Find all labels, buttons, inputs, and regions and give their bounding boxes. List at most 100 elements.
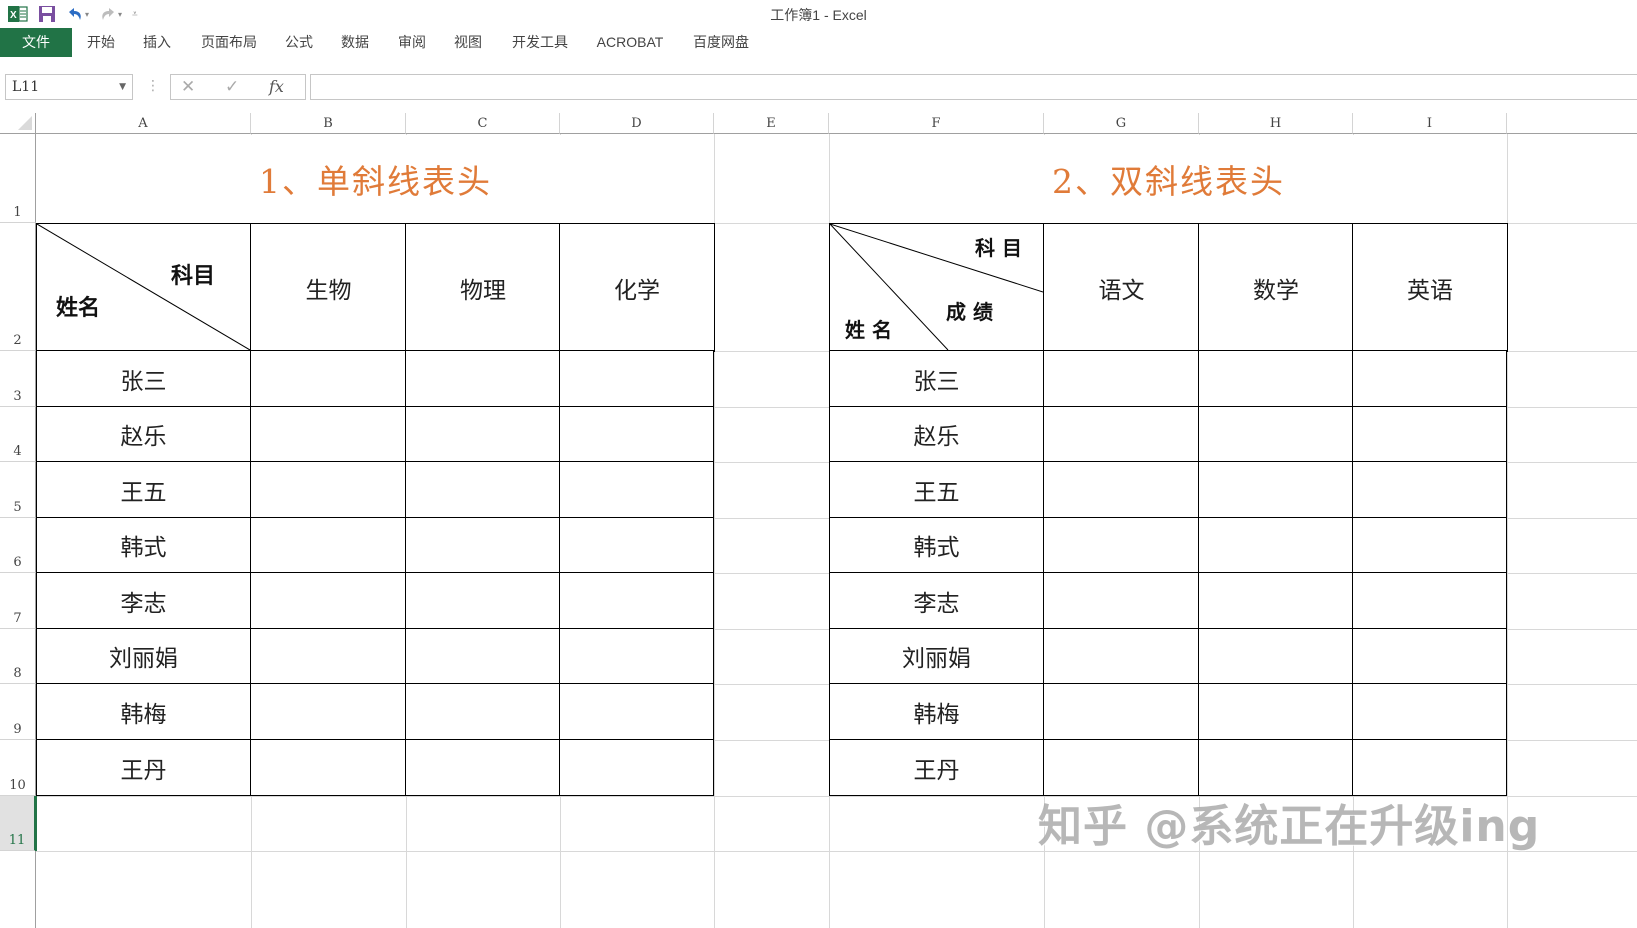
table1-score-cell[interactable] — [405, 350, 560, 407]
table1-subject-header[interactable]: 物理 — [405, 223, 561, 352]
table2-score-cell[interactable] — [1352, 572, 1507, 629]
row-header-9[interactable]: 9 — [0, 684, 36, 740]
column-header-j[interactable] — [1507, 113, 1637, 134]
row-header-6[interactable]: 6 — [0, 518, 36, 573]
table1-score-cell[interactable] — [405, 683, 560, 740]
column-header-a[interactable]: A — [36, 113, 251, 134]
table2-subject-header[interactable]: 语文 — [1043, 223, 1200, 352]
column-header-d[interactable]: D — [560, 113, 714, 134]
row-header-8[interactable]: 8 — [0, 629, 36, 684]
table1-subject-header[interactable]: 化学 — [559, 223, 715, 352]
table2-subject-header[interactable]: 英语 — [1352, 223, 1508, 352]
table1-title[interactable]: 1、单斜线表头 — [37, 135, 714, 223]
table1-name-cell[interactable]: 李志 — [36, 572, 251, 629]
table2-score-cell[interactable] — [1352, 461, 1507, 518]
table1-score-cell[interactable] — [559, 461, 714, 518]
table1-score-cell[interactable] — [250, 683, 406, 740]
table1-score-cell[interactable] — [559, 350, 714, 407]
table1-score-cell[interactable] — [559, 572, 714, 629]
table1-score-cell[interactable] — [559, 628, 714, 684]
select-all-button[interactable] — [0, 113, 36, 134]
table1-name-cell[interactable]: 刘丽娟 — [36, 628, 251, 684]
row-header-3[interactable]: 3 — [0, 351, 36, 407]
column-header-c[interactable]: C — [406, 113, 560, 134]
table1-score-cell[interactable] — [405, 628, 560, 684]
table2-name-cell[interactable]: 王丹 — [829, 739, 1044, 796]
table2-score-cell[interactable] — [1352, 739, 1507, 796]
table2-score-cell[interactable] — [1198, 517, 1353, 573]
tab-acrobat[interactable]: ACROBAT — [588, 28, 672, 57]
tab-baidu-netdisk[interactable]: 百度网盘 — [684, 28, 758, 57]
table2-title[interactable]: 2、双斜线表头 — [830, 135, 1507, 223]
table2-score-cell[interactable] — [1198, 461, 1353, 518]
table1-score-cell[interactable] — [405, 517, 560, 573]
table2-name-cell[interactable]: 赵乐 — [829, 406, 1044, 462]
table2-name-cell[interactable]: 王五 — [829, 461, 1044, 518]
table1-score-cell[interactable] — [405, 739, 560, 796]
table2-score-cell[interactable] — [1043, 683, 1199, 740]
table1-score-cell[interactable] — [250, 572, 406, 629]
table2-score-cell[interactable] — [1198, 350, 1353, 407]
row-header-7[interactable]: 7 — [0, 573, 36, 629]
tab-developer[interactable]: 开发工具 — [503, 28, 577, 57]
column-header-e[interactable]: E — [714, 113, 829, 134]
table1-name-cell[interactable]: 韩梅 — [36, 683, 251, 740]
table1-score-cell[interactable] — [250, 350, 406, 407]
table2-subject-header[interactable]: 数学 — [1198, 223, 1354, 352]
table2-score-cell[interactable] — [1043, 739, 1199, 796]
table1-name-cell[interactable]: 赵乐 — [36, 406, 251, 462]
table2-score-cell[interactable] — [1352, 517, 1507, 573]
table2-score-cell[interactable] — [1352, 350, 1507, 407]
insert-function-icon[interactable]: fx — [269, 75, 284, 99]
chevron-down-icon[interactable]: ▼ — [119, 75, 126, 99]
table2-score-cell[interactable] — [1198, 628, 1353, 684]
row-header-5[interactable]: 5 — [0, 462, 36, 518]
table1-name-cell[interactable]: 张三 — [36, 350, 251, 407]
tab-insert[interactable]: 插入 — [134, 28, 180, 57]
table2-name-cell[interactable]: 韩式 — [829, 517, 1044, 573]
table1-diagonal-header[interactable]: 科目 姓名 — [36, 223, 252, 352]
table2-score-cell[interactable] — [1198, 572, 1353, 629]
table2-name-cell[interactable]: 刘丽娟 — [829, 628, 1044, 684]
column-header-f[interactable]: F — [829, 113, 1044, 134]
table1-score-cell[interactable] — [559, 739, 714, 796]
table2-score-cell[interactable] — [1198, 683, 1353, 740]
tab-review[interactable]: 审阅 — [389, 28, 435, 57]
tab-home[interactable]: 开始 — [78, 28, 124, 57]
table1-score-cell[interactable] — [250, 406, 406, 462]
table2-score-cell[interactable] — [1352, 406, 1507, 462]
table2-score-cell[interactable] — [1198, 739, 1353, 796]
column-header-g[interactable]: G — [1044, 113, 1199, 134]
tab-page-layout[interactable]: 页面布局 — [192, 28, 266, 57]
tab-view[interactable]: 视图 — [445, 28, 491, 57]
row-header-1[interactable]: 1 — [0, 134, 36, 223]
row-header-4[interactable]: 4 — [0, 407, 36, 462]
table2-score-cell[interactable] — [1352, 683, 1507, 740]
table1-name-cell[interactable]: 韩式 — [36, 517, 251, 573]
table2-score-cell[interactable] — [1043, 517, 1199, 573]
tab-formulas[interactable]: 公式 — [276, 28, 322, 57]
table2-score-cell[interactable] — [1043, 406, 1199, 462]
tab-data[interactable]: 数据 — [332, 28, 378, 57]
tab-file[interactable]: 文件 — [0, 28, 72, 57]
formula-bar-grip-icon[interactable]: ⋮ — [146, 76, 160, 96]
table2-score-cell[interactable] — [1043, 461, 1199, 518]
table1-score-cell[interactable] — [250, 461, 406, 518]
cancel-icon[interactable]: ✕ — [181, 75, 195, 99]
table1-score-cell[interactable] — [559, 683, 714, 740]
table2-name-cell[interactable]: 李志 — [829, 572, 1044, 629]
table2-name-cell[interactable]: 韩梅 — [829, 683, 1044, 740]
column-header-i[interactable]: I — [1353, 113, 1507, 134]
table1-score-cell[interactable] — [405, 572, 560, 629]
row-header-10[interactable]: 10 — [0, 740, 36, 796]
table1-score-cell[interactable] — [405, 406, 560, 462]
table1-score-cell[interactable] — [250, 517, 406, 573]
table2-score-cell[interactable] — [1043, 350, 1199, 407]
table1-subject-header[interactable]: 生物 — [250, 223, 407, 352]
row-header-11[interactable]: 11 — [0, 796, 36, 851]
table2-score-cell[interactable] — [1043, 628, 1199, 684]
table2-score-cell[interactable] — [1352, 628, 1507, 684]
formula-input[interactable] — [310, 74, 1637, 100]
table2-score-cell[interactable] — [1043, 572, 1199, 629]
table1-score-cell[interactable] — [250, 628, 406, 684]
